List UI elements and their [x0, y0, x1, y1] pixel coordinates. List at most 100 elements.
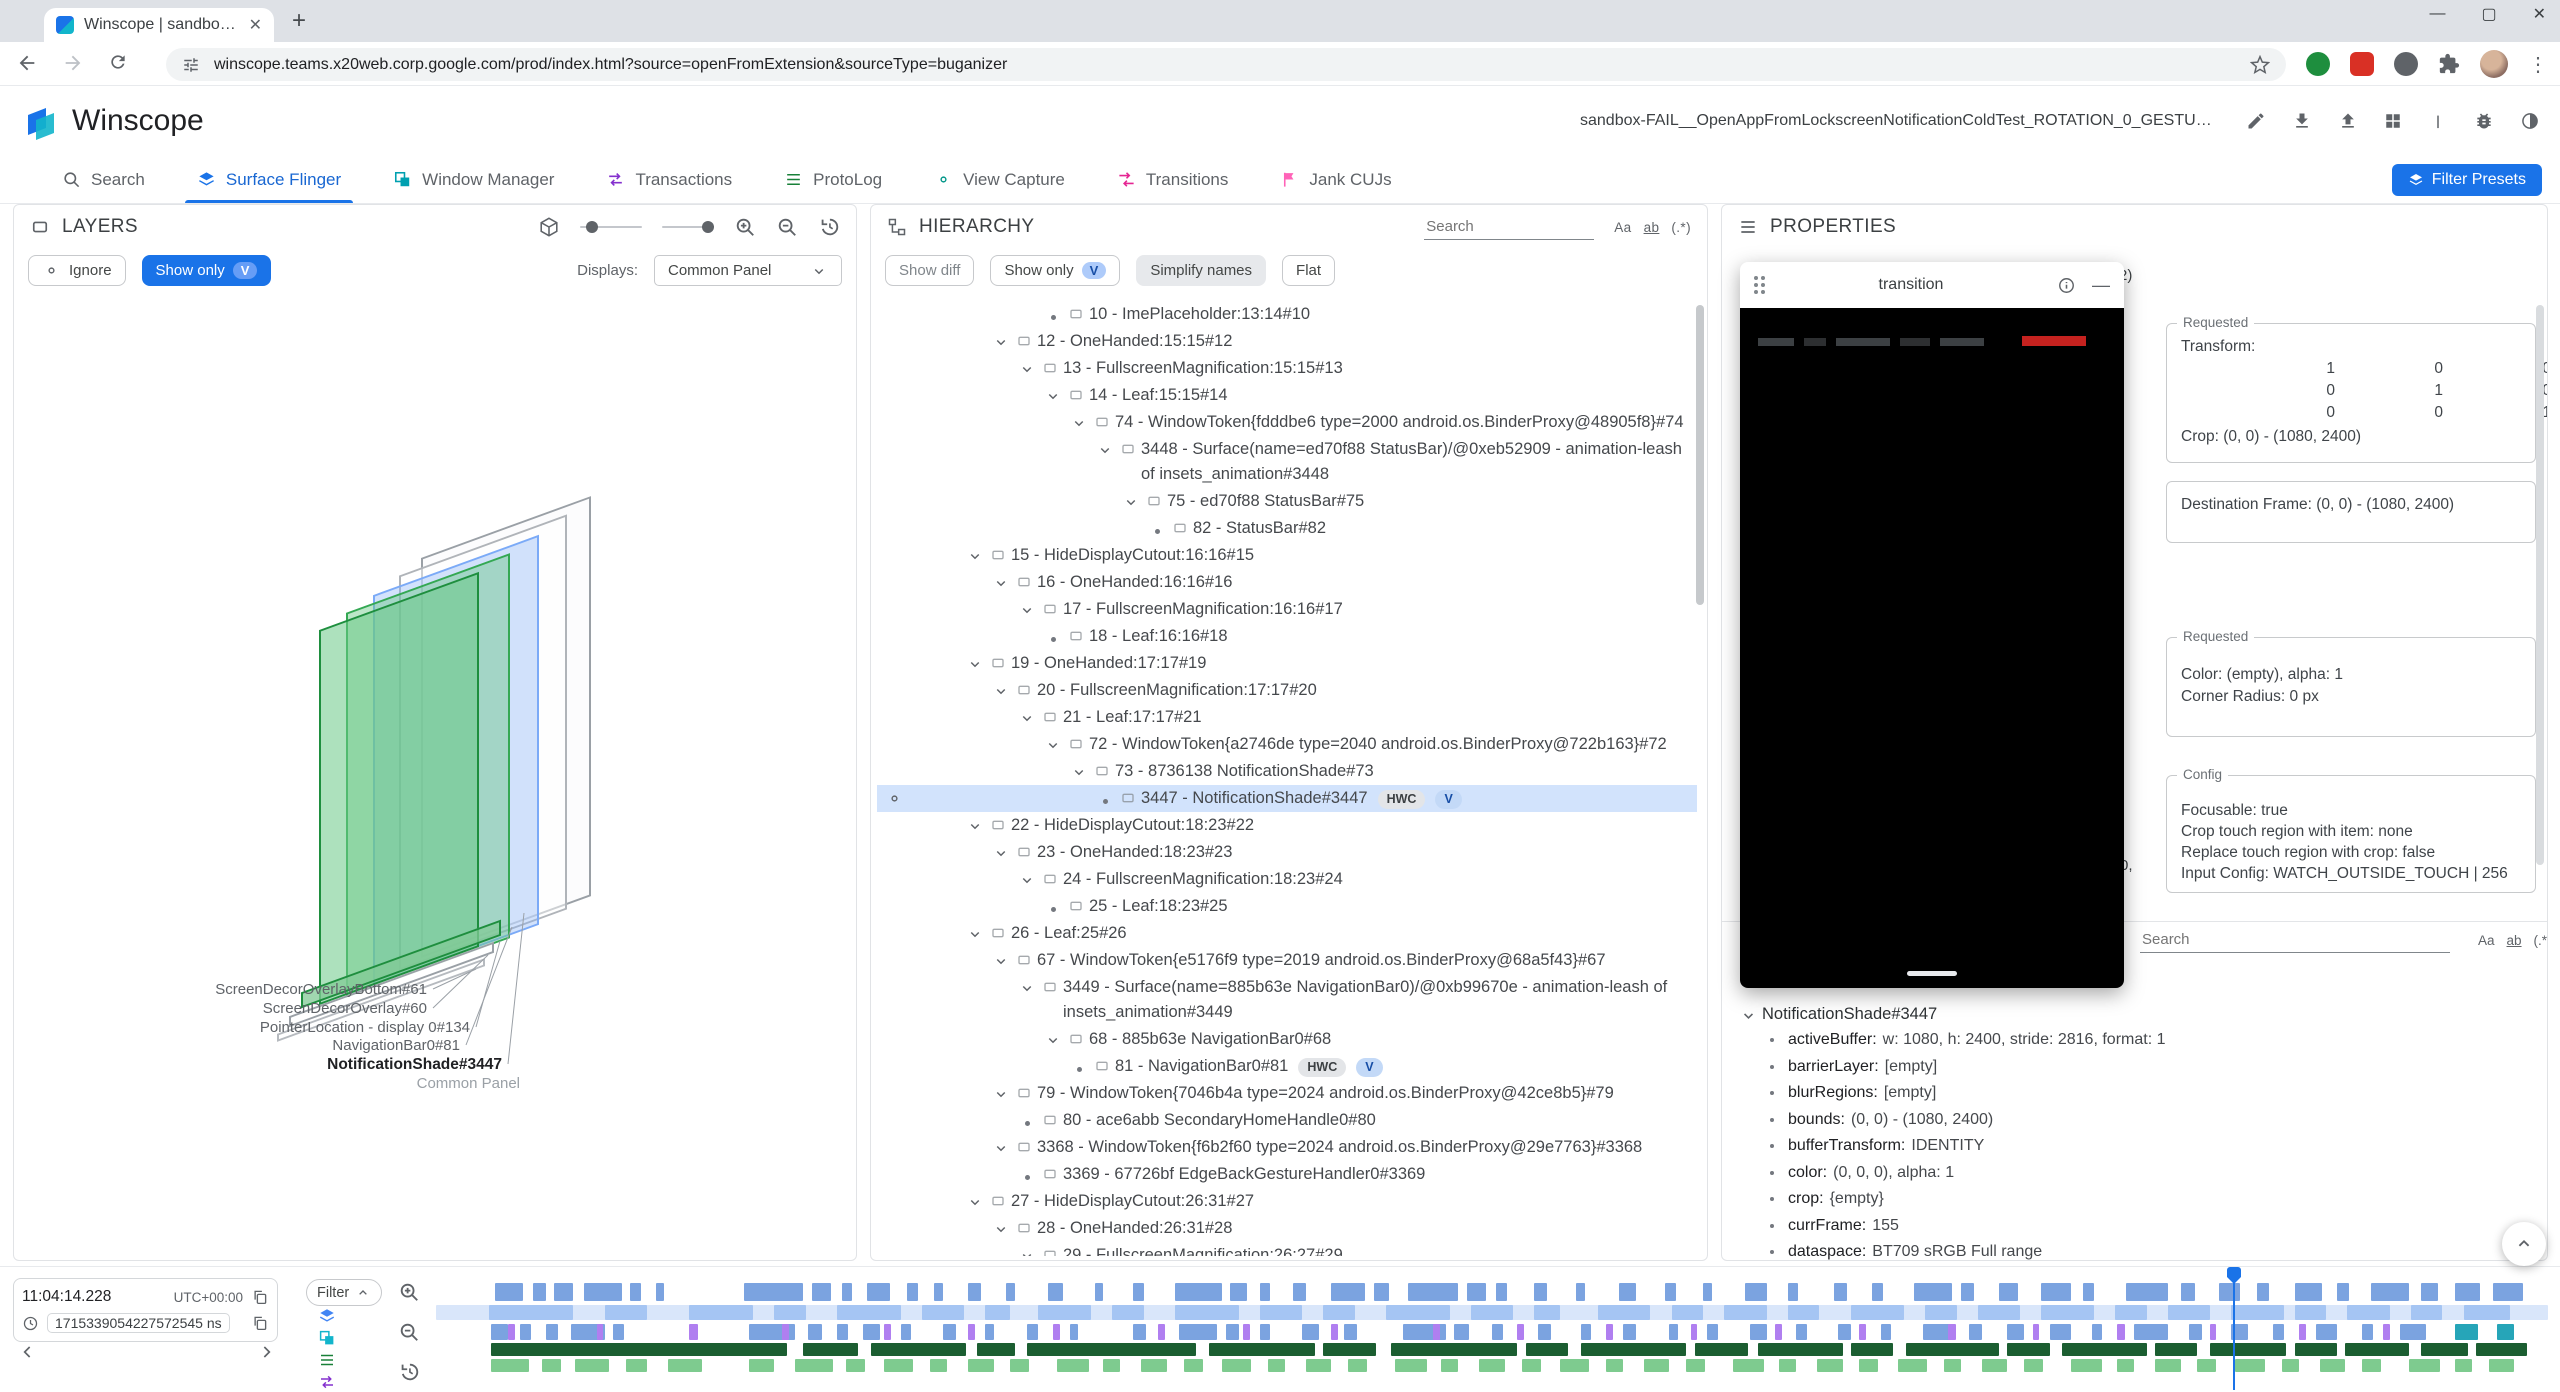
- trace-segment-protolog-light[interactable]: [2117, 1359, 2134, 1372]
- trace-segment-overview-band[interactable]: [1925, 1305, 1957, 1320]
- trace-segment-surface-flinger[interactable]: [1745, 1283, 1766, 1301]
- trace-segment-overview-band[interactable]: [2411, 1305, 2443, 1320]
- back-icon[interactable]: [16, 52, 38, 74]
- trace-segment-protolog-dark[interactable]: [1906, 1343, 1999, 1356]
- trace-segment-protolog-light[interactable]: [1733, 1359, 1765, 1372]
- trace-segment-transactions-blue[interactable]: [2189, 1324, 2202, 1340]
- hierarchy-node[interactable]: 3448 - Surface(name=ed70f88 StatusBar)/@…: [877, 436, 1697, 488]
- trace-segment-surface-flinger[interactable]: [2181, 1283, 2196, 1301]
- hierarchy-node[interactable]: 75 - ed70f88 StatusBar#75: [877, 488, 1697, 515]
- screen-recording-window[interactable]: transition —: [1740, 262, 2124, 988]
- trace-segment-surface-flinger[interactable]: [2493, 1283, 2523, 1301]
- rect-icon[interactable]: [1091, 1054, 1113, 1074]
- tab-protolog[interactable]: ProtoLog: [762, 156, 904, 203]
- download-icon[interactable]: [2292, 111, 2312, 131]
- trace-segment-teal-extra[interactable]: [2497, 1324, 2514, 1340]
- rect-icon[interactable]: [1065, 894, 1087, 914]
- trace-segment-protolog-light[interactable]: [1686, 1359, 1705, 1372]
- rect-icon[interactable]: [1039, 1162, 1061, 1182]
- hierarchy-node[interactable]: 15 - HideDisplayCutout:16:16#15: [877, 542, 1697, 569]
- timeline-filter-button[interactable]: Filter: [306, 1279, 382, 1306]
- chevron-down-icon[interactable]: [989, 329, 1013, 351]
- trace-segment-protolog-light[interactable]: [2282, 1359, 2299, 1372]
- trace-segment-protolog-dark[interactable]: [803, 1343, 858, 1356]
- trace-segment-protolog-dark[interactable]: [2476, 1343, 2527, 1356]
- browser-tab[interactable]: Winscope | sandbox-FAIL ✕: [44, 8, 274, 42]
- rect-icon[interactable]: [1039, 356, 1061, 376]
- extensions-puzzle-icon[interactable]: [2438, 53, 2460, 75]
- tab-jank-cujs[interactable]: Jank CUJs: [1258, 156, 1413, 203]
- trace-segment-protolog-dark[interactable]: [1027, 1343, 1196, 1356]
- edit-icon[interactable]: [2246, 111, 2266, 131]
- trace-segment-protolog-dark[interactable]: [2155, 1343, 2197, 1356]
- chevron-down-icon[interactable]: [963, 543, 987, 565]
- trace-segment-overview-band[interactable]: [1534, 1305, 1559, 1320]
- trace-segment-surface-flinger[interactable]: [2219, 1283, 2240, 1301]
- trace-segment-protolog-light[interactable]: [1306, 1359, 1331, 1372]
- rect-icon[interactable]: [1039, 975, 1061, 995]
- trace-segment-transactions-purple[interactable]: [1606, 1324, 1613, 1340]
- trace-segment-overview-band[interactable]: [774, 1305, 806, 1320]
- trace-segment-transactions-blue[interactable]: [1881, 1324, 1892, 1340]
- chevron-down-icon[interactable]: [1015, 1243, 1039, 1256]
- trace-segment-transactions-blue[interactable]: [2362, 1324, 2373, 1340]
- hierarchy-scrollbar[interactable]: [1696, 305, 1704, 605]
- trace-segment-protolog-dark[interactable]: [2295, 1343, 2337, 1356]
- trace-segment-protolog-light[interactable]: [1606, 1359, 1623, 1372]
- trace-segment-overview-band[interactable]: [1851, 1305, 1904, 1320]
- trace-segment-protolog-dark[interactable]: [1758, 1343, 1842, 1356]
- trace-segment-transactions-purple[interactable]: [2210, 1324, 2216, 1340]
- property-row[interactable]: blurRegions:[empty]: [1730, 1081, 2533, 1108]
- hierarchy-node[interactable]: 79 - WindowToken{7046b4a type=2024 andro…: [877, 1080, 1697, 1107]
- toggle-protolog-icon[interactable]: [318, 1351, 336, 1369]
- properties-search-input[interactable]: [2140, 927, 2450, 953]
- trace-segment-surface-flinger[interactable]: [968, 1283, 981, 1301]
- rect-icon[interactable]: [1091, 759, 1113, 779]
- trace-segment-surface-flinger[interactable]: [1048, 1283, 1063, 1301]
- rect-icon[interactable]: [1065, 383, 1087, 403]
- report-bug-icon[interactable]: [2474, 111, 2494, 131]
- trace-segment-overview-band[interactable]: [489, 1305, 573, 1320]
- property-row[interactable]: color:(0, 0, 0), alpha: 1: [1730, 1161, 2533, 1188]
- trace-segment-surface-flinger[interactable]: [584, 1283, 622, 1301]
- hierarchy-node[interactable]: 3368 - WindowToken{f6b2f60 type=2024 and…: [877, 1134, 1697, 1161]
- hierarchy-node[interactable]: 3447 - NotificationShade#3447HWCV: [877, 785, 1697, 812]
- chevron-down-icon[interactable]: [1015, 705, 1039, 727]
- trace-segment-protolog-light[interactable]: [1268, 1359, 1285, 1372]
- tab-transitions[interactable]: Transitions: [1095, 156, 1251, 203]
- trace-segment-protolog-dark[interactable]: [2421, 1343, 2467, 1356]
- trace-segment-transactions-blue[interactable]: [1669, 1324, 1677, 1340]
- trace-segment-surface-flinger[interactable]: [907, 1283, 918, 1301]
- docs-icon[interactable]: [2428, 111, 2448, 131]
- trace-segment-protolog-light[interactable]: [1779, 1359, 1796, 1372]
- trace-segment-overview-band[interactable]: [1386, 1305, 1449, 1320]
- trace-segment-protolog-light[interactable]: [1522, 1359, 1541, 1372]
- trace-segment-transactions-blue[interactable]: [808, 1324, 823, 1340]
- hierarchy-node[interactable]: 3449 - Surface(name=885b63e NavigationBa…: [877, 974, 1697, 1026]
- toggle-transactions-icon[interactable]: [318, 1373, 336, 1391]
- hierarchy-node[interactable]: 68 - 885b63e NavigationBar0#68: [877, 1026, 1697, 1053]
- trace-segment-surface-flinger[interactable]: [1331, 1283, 1365, 1301]
- rect-icon[interactable]: [1013, 840, 1035, 860]
- trace-segment-transactions-purple[interactable]: [968, 1324, 974, 1340]
- trace-segment-transactions-blue[interactable]: [1226, 1324, 1239, 1340]
- copy-icon[interactable]: [251, 1314, 269, 1332]
- rect-icon[interactable]: [987, 543, 1009, 563]
- trace-segment-surface-flinger[interactable]: [2295, 1283, 2322, 1301]
- trace-segment-protolog-dark[interactable]: [1695, 1343, 1748, 1356]
- trace-segment-surface-flinger[interactable]: [2083, 1283, 2094, 1301]
- trace-segment-transactions-blue[interactable]: [1179, 1324, 1217, 1340]
- trace-segment-transactions-purple[interactable]: [2033, 1324, 2039, 1340]
- hierarchy-search-input[interactable]: [1424, 214, 1594, 240]
- trace-segment-surface-flinger[interactable]: [1293, 1283, 1306, 1301]
- rect-icon[interactable]: [1013, 948, 1035, 968]
- trace-segment-overview-band[interactable]: [2168, 1305, 2210, 1320]
- trace-segment-surface-flinger[interactable]: [1872, 1283, 1883, 1301]
- chevron-down-icon[interactable]: [1015, 867, 1039, 889]
- rect-icon[interactable]: [1013, 570, 1035, 590]
- timeline-zoom-in-icon[interactable]: [398, 1281, 420, 1303]
- rect-icon[interactable]: [1013, 1135, 1035, 1155]
- trace-segment-surface-flinger[interactable]: [842, 1283, 853, 1301]
- tab-search[interactable]: Search: [40, 156, 167, 203]
- shortcuts-icon[interactable]: [2384, 112, 2402, 130]
